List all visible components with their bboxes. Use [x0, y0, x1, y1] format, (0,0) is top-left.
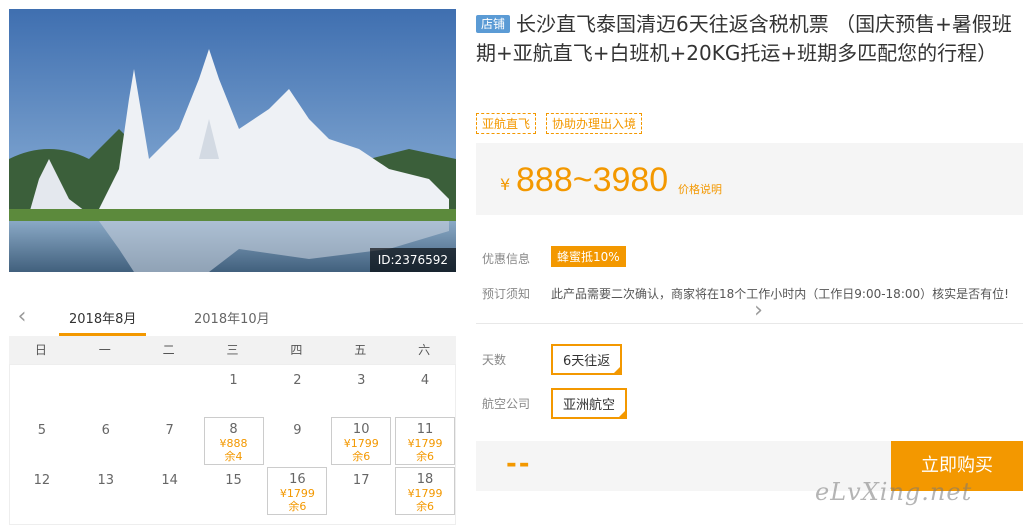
notice-label: 预订须知: [482, 287, 531, 301]
calendar-day-number: 11: [416, 422, 434, 437]
airline-label: 航空公司: [482, 397, 531, 411]
price-explanation-link[interactable]: 价格说明: [678, 181, 722, 197]
calendar-day-number: 12: [33, 473, 51, 488]
calendar-day: 14: [140, 467, 200, 515]
calendar-day-stock: 余6: [416, 450, 435, 463]
calendar-day: 9: [267, 417, 327, 465]
weekday-fri: 五: [354, 343, 367, 357]
calendar-day-price: ¥1799: [407, 487, 443, 500]
calendar-day-number: 10: [352, 422, 370, 437]
tab-month-aug[interactable]: 2018年8月: [59, 308, 147, 336]
price-currency-symbol: ¥: [500, 175, 511, 194]
prev-month-chevron-icon[interactable]: ‹: [13, 306, 31, 328]
calendar-day: 3: [331, 367, 391, 415]
tag-border-help: 协助办理出入境: [546, 113, 643, 134]
calendar-day-available[interactable]: 16 ¥1799 余6: [267, 467, 328, 515]
weekday-tue: 二: [162, 343, 175, 357]
calendar-day-number: 16: [289, 472, 306, 487]
product-title: 长沙直飞泰国清迈6天往返含税机票 （国庆预售+暑假班期+亚航直飞+白班机+20K…: [476, 12, 1012, 65]
calendar-day-available[interactable]: 11 ¥1799 余6: [395, 417, 456, 465]
section-divider: [476, 323, 1023, 324]
calendar-day-number: 17: [352, 473, 370, 488]
calendar-day-number: 15: [225, 473, 242, 488]
tag-direct-flight: 亚航直飞: [476, 113, 537, 134]
calendar-day-number: 3: [357, 373, 366, 388]
calendar-day-number: 13: [97, 473, 115, 488]
price-box: ¥ 888~3980 价格说明: [476, 143, 1023, 215]
weekday-mon: 一: [98, 343, 111, 357]
product-photo: ID:2376592: [9, 9, 456, 272]
tab-month-oct[interactable]: 2018年10月: [194, 308, 270, 336]
calendar-day-number: 6: [101, 423, 110, 438]
calendar-day: 1: [204, 367, 264, 415]
airline-option-selected[interactable]: 亚洲航空: [551, 388, 628, 419]
weekday-wed: 三: [226, 343, 239, 357]
temple-image: [9, 9, 456, 272]
promo-label: 优惠信息: [482, 252, 531, 266]
calendar-weekday-header: 日 一 二 三 四 五 六: [9, 336, 456, 364]
calendar-day-available[interactable]: 10 ¥1799 余6: [331, 417, 392, 465]
calendar-day-number: 7: [165, 423, 174, 438]
days-label: 天数: [482, 353, 507, 367]
calendar-day-number: 8: [229, 422, 238, 437]
calendar-day-available[interactable]: 18 ¥1799 余6: [395, 467, 456, 515]
days-option-selected[interactable]: 6天往返: [551, 344, 623, 375]
price-range: 888~3980: [516, 161, 669, 199]
next-month-chevron-icon[interactable]: ›: [485, 300, 1023, 322]
calendar-day: 13: [76, 467, 136, 515]
product-title-block: 店铺 长沙直飞泰国清迈6天往返含税机票 （国庆预售+暑假班期+亚航直飞+白班机+2…: [476, 10, 1016, 68]
site-watermark: eLvXing.net: [815, 478, 973, 506]
calendar-day: 7: [140, 417, 200, 465]
calendar-day-number: 14: [161, 473, 178, 488]
calendar-day-price: ¥1799: [407, 437, 443, 450]
calendar-day: 6: [76, 417, 136, 465]
selected-total-price: --: [506, 449, 532, 479]
calendar-grid: 1 2 3 4 5 6 7 8 ¥888 余4 9 10 ¥1799 余6 11 ¥1799 余6 12 13 14 1…: [9, 364, 456, 525]
calendar-day-available[interactable]: 8 ¥888 余4: [203, 417, 264, 465]
promo-badge: 蜂蜜抵10%: [551, 246, 626, 267]
calendar-day-price: ¥1799: [279, 487, 315, 500]
calendar-day-number: 18: [416, 472, 434, 487]
calendar-day-price: ¥888: [219, 437, 248, 450]
calendar-day-number: 4: [420, 373, 430, 388]
weekday-sun: 日: [34, 343, 47, 357]
calendar-day: 2: [267, 367, 327, 415]
calendar-day-number: 9: [293, 423, 302, 438]
weekday-sat: 六: [418, 343, 431, 357]
calendar-day: 15: [204, 467, 264, 515]
weekday-thu: 四: [290, 343, 303, 357]
calendar-day: 5: [12, 417, 72, 465]
image-id-label: ID:2376592: [369, 248, 456, 272]
calendar-day: 4: [395, 367, 455, 415]
calendar-day-stock: 余6: [288, 500, 307, 513]
shop-tag[interactable]: 店铺: [476, 15, 511, 33]
notice-text: 此产品需要二次确认，商家将在18个工作小时内（工作日9:00-18:00）核实是…: [551, 287, 1009, 301]
calendar-day-price: ¥1799: [343, 437, 379, 450]
product-tags: 亚航直飞 协助办理出入境: [476, 113, 643, 134]
calendar-month-nav: ‹ 2018年8月 2018年10月 ›: [9, 300, 763, 336]
calendar-day-stock: 余6: [352, 450, 371, 463]
calendar-day: 17: [331, 467, 391, 515]
calendar-day-number: 1: [229, 373, 238, 388]
calendar-day: 12: [12, 467, 72, 515]
calendar-day-number: 5: [37, 423, 47, 438]
calendar-day-number: 2: [293, 373, 302, 388]
calendar-day-stock: 余6: [416, 500, 435, 513]
calendar-day-stock: 余4: [224, 450, 243, 463]
